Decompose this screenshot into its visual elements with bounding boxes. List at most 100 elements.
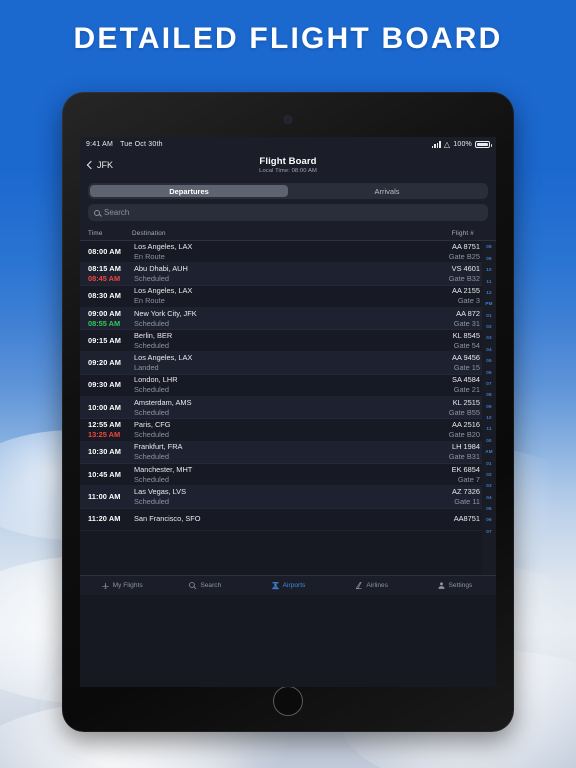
cell-destination: Abu Dhabi, AUH Scheduled [132,264,410,283]
search-container: Search [80,202,496,227]
flight-status: Scheduled [134,474,169,484]
column-header-flight: Flight # [451,230,474,237]
tail-fin-icon [354,581,363,590]
segmented-control-container: Departures Arrivals [80,178,496,202]
flight-status: Landed [134,363,159,373]
index-label[interactable]: 10 [486,413,492,424]
index-label[interactable]: 01 [486,310,492,321]
table-row[interactable]: 08:30 AM Los Angeles, LAX En Route AA 2155 G… [80,285,482,308]
index-label[interactable]: 02 [486,470,492,481]
cell-time: 09:30 AM [88,377,132,394]
person-icon [437,581,446,590]
index-label[interactable]: 12 [486,288,492,299]
index-label[interactable]: 08 [486,390,492,401]
search-input[interactable]: Search [88,204,488,221]
tab-label: Airports [282,582,306,589]
scheduled-time: 11:20 AM [88,514,121,524]
index-label[interactable]: 10 [486,265,492,276]
table-row[interactable]: 08:00 AM Los Angeles, LAX En Route AA 8751 G… [80,241,482,264]
cell-destination: San Francisco, SFO [132,511,410,528]
cellular-signal-icon [431,141,441,148]
flight-number: AA 8751 [452,241,480,251]
tab-airlines[interactable]: Airlines [330,581,413,590]
index-label[interactable]: 11 [486,424,491,435]
cell-destination: Frankfurt, FRA Scheduled [132,442,410,462]
index-label[interactable]: 11 [486,276,491,287]
tab-settings[interactable]: Settings [413,581,496,590]
index-label[interactable]: 04 [486,344,492,355]
time-index-scrollbar[interactable]: 08 09 10 11 12 PM 01 02 03 04 05 06 07 08 09 10 11 00 AM 01… [482,241,496,575]
table-row[interactable]: 10:45 AM Manchester, MHT Scheduled EK 6854 G… [80,463,482,487]
destination-name: London, LHR [134,375,178,385]
index-label[interactable]: 07 [486,379,492,390]
flight-number: AA8751 [453,514,480,524]
cell-flight: AA 2516 Gate B20 [410,420,482,439]
flight-status: Scheduled [134,318,169,328]
cell-destination: London, LHR Scheduled [132,375,410,394]
cell-time: 08:15 AM 08:45 AM [88,264,132,283]
table-row[interactable]: 11:00 AM Las Vegas, LVS Scheduled AZ 7326 Ga… [80,486,482,509]
scheduled-time: 08:30 AM [88,291,121,301]
scheduled-time: 09:30 AM [88,380,121,390]
flight-status: Scheduled [134,407,169,417]
index-label[interactable]: 05 [486,504,492,515]
cell-time: 11:20 AM [88,511,132,528]
tab-departures[interactable]: Departures [90,185,288,197]
gate-label: Gate 54 [453,340,480,350]
index-label[interactable]: AM [485,447,493,458]
gate-label: Gate B31 [448,452,480,462]
table-row[interactable]: 12:55 AM 13:25 AM Paris, CFG Scheduled AA 25… [80,419,482,442]
cell-flight: AA 9456 Gate 15 [410,353,482,372]
screen-title: Flight Board [259,156,317,167]
index-label[interactable]: 03 [486,481,492,492]
home-button[interactable] [273,686,303,716]
index-label[interactable]: 07 [486,526,492,537]
index-label[interactable]: 04 [486,492,492,503]
index-label[interactable]: 09 [486,253,492,264]
segmented-control[interactable]: Departures Arrivals [88,183,488,199]
destination-name: Los Angeles, LAX [134,353,193,363]
table-row[interactable]: 09:15 AM Berlin, BER Scheduled KL 8545 Gate … [80,330,482,353]
cell-flight: AA 2155 Gate 3 [410,286,482,305]
cell-flight: AZ 7326 Gate 11 [410,487,482,506]
destination-name: Frankfurt, FRA [134,442,183,452]
delayed-time: 08:45 AM [88,273,121,283]
index-label[interactable]: 08 [486,242,492,253]
scheduled-time: 09:20 AM [88,358,121,368]
table-row[interactable]: 09:00 AM 08:55 AM New York City, JFK Schedu… [80,307,482,331]
tab-arrivals[interactable]: Arrivals [288,185,486,197]
navigation-bar: JFK Flight Board Local Time: 08:00 AM [80,152,496,178]
index-label[interactable]: 05 [486,356,492,367]
table-row[interactable]: 08:15 AM 08:45 AM Abu Dhabi, AUH Scheduled V… [80,263,482,286]
index-label[interactable]: 00 [486,435,492,446]
table-row[interactable]: 11:20 AM San Francisco, SFO AA8751 [80,508,482,531]
index-label[interactable]: 09 [486,401,492,412]
index-label[interactable]: 03 [486,333,492,344]
scheduled-time: 12:55 AM [88,420,121,430]
flight-status: Scheduled [134,452,169,462]
flight-list[interactable]: 08:00 AM Los Angeles, LAX En Route AA 8751 G… [80,241,482,575]
flight-status: Scheduled [134,496,169,506]
tab-airports[interactable]: Airports [246,581,329,590]
table-row[interactable]: 09:20 AM Los Angeles, LAX Landed AA 9456 Gat… [80,352,482,375]
back-button[interactable]: JFK [86,160,113,170]
tab-search[interactable]: Search [163,581,246,590]
index-label[interactable]: 02 [486,322,492,333]
table-row[interactable]: 09:30 AM London, LHR Scheduled SA 4584 Gate … [80,374,482,398]
tab-label: Settings [448,582,473,589]
index-label[interactable]: PM [485,299,492,310]
destination-name: Paris, CFG [134,420,171,430]
index-label[interactable]: 06 [486,367,492,378]
search-placeholder: Search [104,208,130,217]
table-row[interactable]: 10:00 AM Amsterdam, AMS Scheduled KL 2515 Ga… [80,397,482,420]
tab-my-flights[interactable]: My Flights [80,581,163,590]
table-header-row: Time Destination Flight # [80,227,496,241]
index-label[interactable]: 06 [486,515,492,526]
table-row[interactable]: 10:30 AM Frankfurt, FRA Scheduled LH 1984 Ga… [80,441,482,464]
index-label[interactable]: 01 [486,458,492,469]
local-time-label: Local Time: 08:00 AM [259,168,317,174]
navigation-title-group: Flight Board Local Time: 08:00 AM [80,156,496,174]
cell-flight: EK 6854 Gate 7 [410,465,482,484]
cell-destination: Los Angeles, LAX En Route [132,286,410,305]
status-date: Tue Oct 30th [120,141,163,148]
